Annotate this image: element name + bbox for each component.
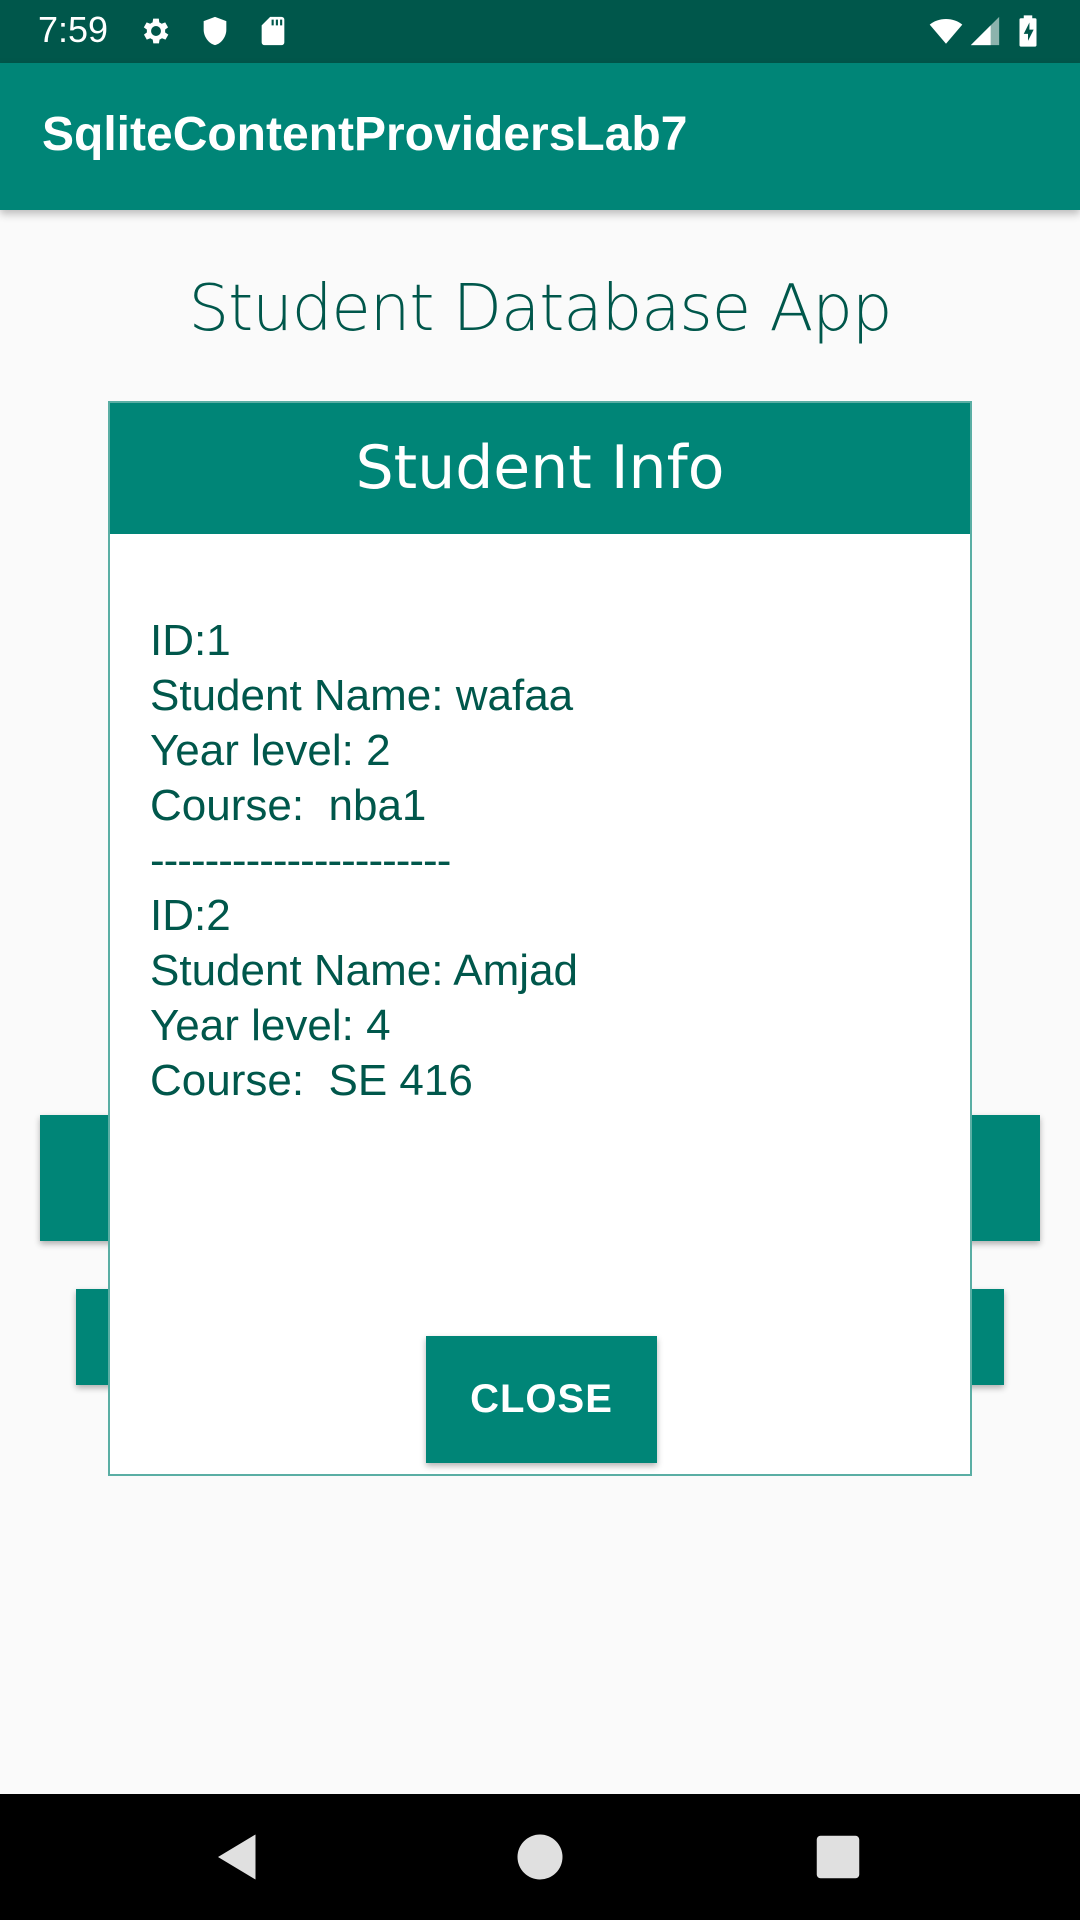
dialog-line: Student Name: wafaa: [150, 671, 574, 720]
sd-card-icon: [256, 14, 290, 48]
back-icon[interactable]: [208, 1827, 268, 1887]
student-info-dialog: Student Info ID:1 Student Name: wafaa Year…: [108, 401, 972, 1476]
dialog-title: Student Info: [110, 403, 970, 534]
app-title: SqliteContentProvidersLab7: [42, 108, 688, 161]
dialog-line: Student Name: Amjad: [150, 946, 579, 995]
gear-icon: [139, 14, 173, 48]
dialog-message[interactable]: ID:1 Student Name: wafaa Year level: 2 Cour…: [150, 613, 930, 1133]
dialog-line: Course: SE 416: [150, 1056, 473, 1105]
battery-icon: [1015, 14, 1041, 48]
recents-icon[interactable]: [808, 1827, 868, 1887]
navigation-bar: [0, 1794, 1080, 1920]
signal-icon: [968, 14, 1002, 48]
dialog-line: ----------------------: [150, 836, 451, 885]
status-bar: 7:59: [0, 0, 1080, 63]
dialog-line: ID:1: [150, 616, 231, 665]
dialog-line: Year level: 2: [150, 726, 391, 775]
close-button[interactable]: CLOSE: [426, 1336, 657, 1463]
dialog-line: Year level: 4: [150, 1001, 391, 1050]
dialog-line: Course: nba1: [150, 781, 427, 830]
shield-icon: [198, 14, 232, 48]
home-icon[interactable]: [510, 1827, 570, 1887]
status-time: 7:59: [38, 9, 109, 50]
dialog-line: ID:2: [150, 891, 231, 940]
page-heading: Student Database App: [188, 272, 892, 346]
dialog-line: ----------------------: [150, 1108, 930, 1133]
wifi-icon: [925, 14, 967, 48]
app-bar: SqliteContentProvidersLab7: [0, 63, 1080, 210]
